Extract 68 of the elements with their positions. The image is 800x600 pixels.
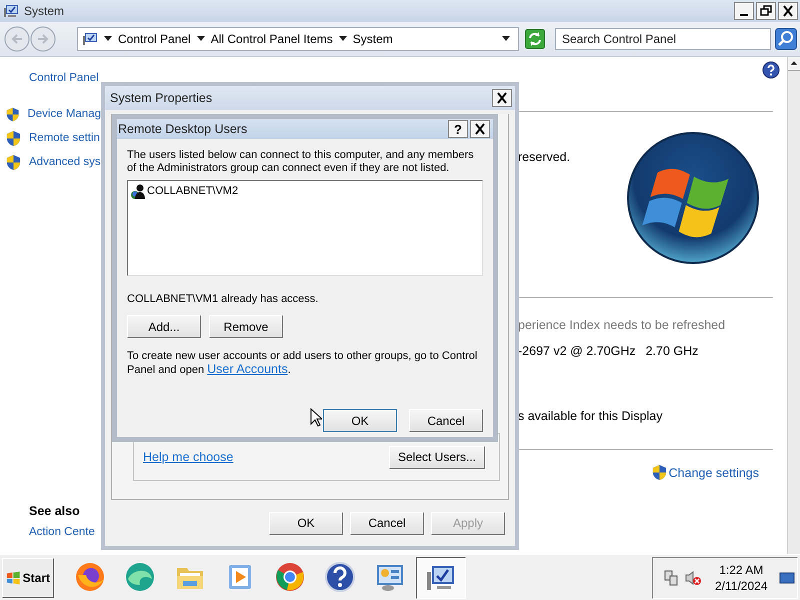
list-button[interactable]: Add... — [127, 315, 201, 338]
user-list[interactable]: COLLABNET\VM2 — [127, 180, 483, 276]
taskbar-app[interactable] — [416, 556, 466, 598]
restore-icon[interactable] — [756, 2, 776, 20]
computer-icon — [3, 3, 19, 19]
window-title: System — [24, 4, 64, 18]
user-accounts-link[interactable]: User Accounts — [207, 362, 288, 376]
footer-text: To create new user accounts or add users to other groups, go to Control Panel and open User Accounts. — [127, 350, 478, 377]
task-link[interactable]: Device Manag — [27, 108, 101, 120]
breadcrumb[interactable]: All Control Panel Items — [210, 32, 333, 46]
dialog-title: System Properties — [110, 91, 212, 105]
shield-icon — [6, 130, 21, 146]
user-icon — [130, 183, 146, 199]
clock-date[interactable]: 2/11/2024 — [715, 578, 768, 592]
task-link[interactable]: Advanced sys — [29, 156, 101, 168]
minimize-icon[interactable] — [734, 2, 754, 20]
close-icon[interactable] — [778, 2, 798, 20]
shield-icon — [6, 154, 21, 170]
caret-icon[interactable] — [338, 36, 347, 42]
breadcrumb[interactable]: System — [352, 32, 393, 46]
processor-speed: 2.70 GHz — [646, 344, 698, 358]
close-icon[interactable] — [470, 120, 490, 138]
see-also-heading: See also — [29, 504, 81, 518]
fox-globe-icon — [74, 560, 106, 592]
start-button[interactable]: Start — [2, 558, 54, 598]
muted-speaker-icon[interactable] — [685, 570, 701, 586]
user-name[interactable]: COLLABNET\VM2 — [147, 185, 238, 197]
help-button[interactable]: ? — [448, 120, 468, 138]
close-icon[interactable] — [492, 89, 512, 107]
help-icon — [324, 560, 356, 592]
dialog-button[interactable]: OK — [269, 512, 343, 534]
change-settings-link[interactable]: Change settings — [668, 466, 759, 480]
network-icon[interactable] — [663, 570, 679, 586]
shield-icon — [6, 106, 20, 122]
chrome-icon — [274, 560, 306, 592]
help-icon[interactable] — [762, 61, 780, 79]
see-also-link[interactable]: Action Cente — [29, 526, 101, 538]
intro-text: The users listed below can connect to this computer, and any members of the Administrators group can connect even if they are not listed. — [127, 149, 475, 175]
dialog-button[interactable]: OK — [323, 409, 397, 432]
show-desktop-icon[interactable] — [779, 570, 795, 586]
search-field[interactable]: Search Control Panel — [555, 28, 771, 50]
search-icon[interactable] — [775, 28, 797, 50]
computer-icon — [82, 31, 98, 47]
select-users-button[interactable]: Select Users... — [388, 446, 485, 468]
help-me-choose-link[interactable]: Help me choose — [143, 450, 234, 464]
wave-icon — [124, 560, 156, 592]
rating-notice: perience Index needs to be refreshed — [518, 318, 726, 332]
list-button[interactable]: Remove — [209, 315, 283, 338]
task-link[interactable]: Remote settin — [29, 132, 100, 144]
dialog-button[interactable]: Cancel — [409, 409, 483, 432]
copyright-text: reserved. — [518, 150, 570, 164]
cursor-icon — [310, 408, 322, 427]
processor-text: -2697 v2 @ 2.70GHz — [518, 344, 636, 358]
breadcrumb[interactable]: Control Panel — [118, 32, 191, 46]
flag-icon — [6, 570, 21, 584]
access-note: COLLABNET\VM1 already has access. — [127, 293, 320, 306]
refresh-icon[interactable] — [525, 29, 545, 49]
scrollbar[interactable] — [787, 57, 800, 554]
control-panel-home-link[interactable]: Control Panel — [29, 72, 101, 84]
dropdown-caret-icon[interactable] — [502, 36, 510, 42]
dialog-title: Remote Desktop Users — [118, 122, 248, 136]
address-bar[interactable]: Control Panel All Control Panel Items System — [77, 27, 519, 51]
caret-icon[interactable] — [196, 36, 205, 42]
dialog-button[interactable]: Cancel — [350, 512, 424, 534]
scroll-up-icon[interactable] — [788, 57, 800, 71]
shield-icon — [652, 464, 667, 481]
caret-icon[interactable] — [104, 36, 112, 42]
clock-time[interactable]: 1:22 AM — [719, 562, 764, 576]
